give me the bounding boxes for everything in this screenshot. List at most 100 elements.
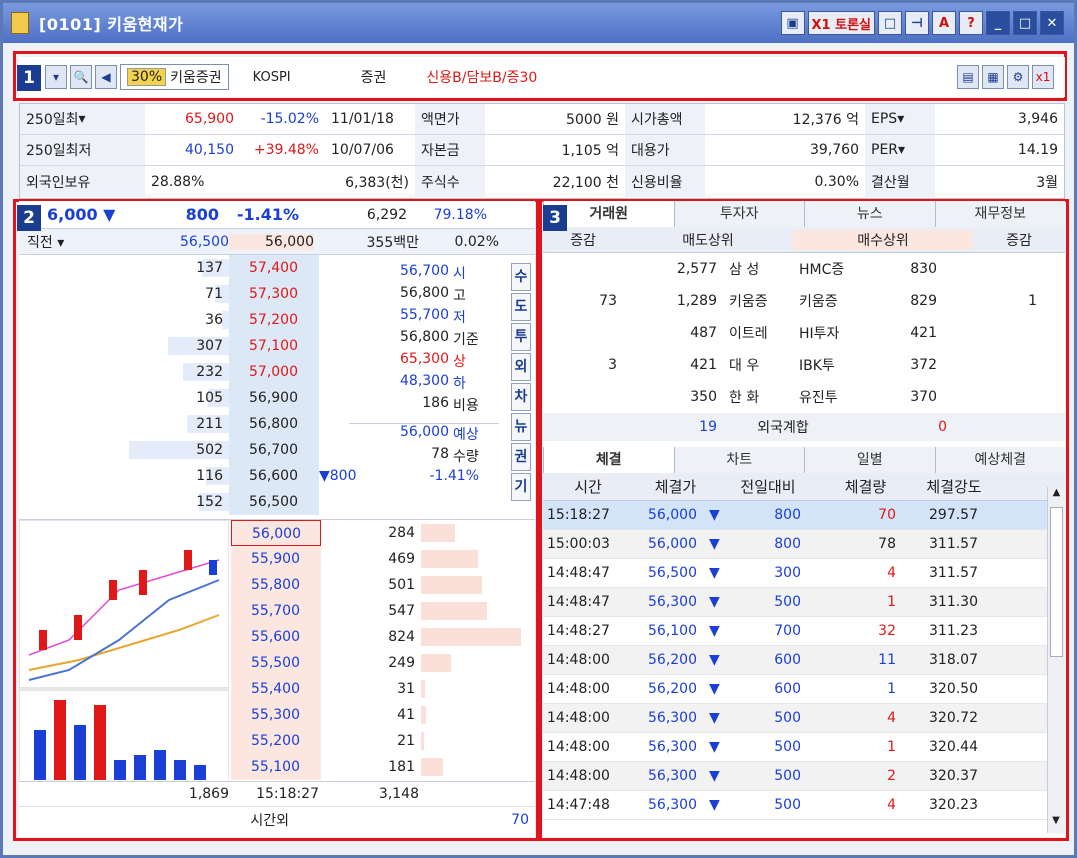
- bid-price[interactable]: 55,100: [231, 754, 321, 780]
- ask-price[interactable]: 56,600: [229, 463, 319, 489]
- bid-qty: 824: [388, 629, 415, 645]
- doc-icon[interactable]: ▤: [957, 65, 979, 89]
- info-value: 40,150: [185, 142, 234, 158]
- trade-price: 56,300: [648, 768, 697, 784]
- side-tab-5[interactable]: 뉴: [511, 413, 531, 441]
- scroll-up-icon[interactable]: ▲: [1048, 487, 1065, 505]
- buy-broker[interactable]: IBK투: [793, 355, 873, 375]
- sell-broker[interactable]: 이트레: [723, 323, 793, 343]
- mini-chart: [19, 520, 229, 782]
- down-arrow-icon: ▼: [709, 797, 720, 813]
- trade-row[interactable]: 14:48:00 56,300 ▼ 500 4 320.72: [543, 704, 1065, 733]
- bid-row: 55,700 547: [231, 598, 531, 624]
- info-label: 주식수: [415, 166, 485, 197]
- buy-broker[interactable]: 키움증: [793, 291, 873, 311]
- bid-price[interactable]: 55,200: [231, 728, 321, 754]
- buy-broker[interactable]: HI투자: [793, 323, 873, 343]
- side-tab-2[interactable]: 투: [511, 323, 531, 351]
- info-label: 시가총액: [625, 104, 705, 134]
- trade-scrollbar[interactable]: ▲ ▼: [1047, 487, 1065, 833]
- ask-price[interactable]: 57,100: [229, 333, 319, 359]
- search-icon[interactable]: 🔍: [70, 65, 92, 89]
- side-tab-7[interactable]: 기: [511, 473, 531, 501]
- side-tab-6[interactable]: 권: [511, 443, 531, 471]
- trade-tab-1[interactable]: 차트: [673, 447, 805, 473]
- trade-row[interactable]: 14:48:47 56,300 ▼ 500 1 311.30: [543, 588, 1065, 617]
- ask-price[interactable]: 57,400: [229, 255, 319, 281]
- trade-row[interactable]: 15:18:27 56,000 ▼ 800 70 297.57: [543, 501, 1065, 530]
- ask-price[interactable]: 57,200: [229, 307, 319, 333]
- broker-tab-3[interactable]: 재무정보: [934, 201, 1066, 227]
- info-value: 12,376 억: [792, 112, 859, 128]
- broker-tab-1[interactable]: 투자자: [673, 201, 805, 227]
- pin-icon[interactable]: ⊣: [905, 11, 929, 35]
- info-label[interactable]: 250일최 ▾: [20, 104, 145, 134]
- bid-price[interactable]: 55,400: [231, 676, 321, 702]
- trade-qty: 4: [887, 797, 896, 813]
- close-button[interactable]: ✕: [1040, 11, 1064, 35]
- ask-price[interactable]: 56,800: [229, 411, 319, 437]
- bid-price[interactable]: 55,300: [231, 702, 321, 728]
- margin-badge: 30%: [127, 68, 167, 86]
- info-rate: +39.48%: [253, 142, 319, 158]
- trade-row[interactable]: 14:48:00 56,200 ▼ 600 11 318.07: [543, 646, 1065, 675]
- font-button[interactable]: A: [932, 11, 956, 35]
- code-dropdown[interactable]: ▾: [45, 65, 67, 89]
- trade-row[interactable]: 14:47:48 56,300 ▼ 500 4 320.23: [543, 791, 1065, 820]
- trade-tab-0[interactable]: 체결: [543, 447, 674, 473]
- bid-price[interactable]: 55,600: [231, 624, 321, 650]
- x1-icon[interactable]: x1: [1032, 65, 1054, 89]
- scroll-thumb[interactable]: [1050, 507, 1063, 657]
- ask-price[interactable]: 57,300: [229, 281, 319, 307]
- ask-total: 1,869: [188, 786, 229, 802]
- buy-broker[interactable]: 유진투: [793, 387, 873, 407]
- trade-row[interactable]: 14:48:00 56,300 ▼ 500 1 320.44: [543, 733, 1065, 762]
- buy-broker[interactable]: HMC증: [793, 259, 873, 279]
- bid-price[interactable]: 55,700: [231, 598, 321, 624]
- ask-price[interactable]: 56,900: [229, 385, 319, 411]
- help-button[interactable]: ?: [959, 11, 983, 35]
- maximize-button[interactable]: □: [1013, 11, 1037, 35]
- layout-icon[interactable]: ▣: [780, 11, 805, 35]
- window-icon[interactable]: □: [878, 11, 902, 35]
- ask-qty: 71: [205, 286, 223, 302]
- market-label: KOSPI: [252, 69, 291, 85]
- trade-price: 56,300: [648, 710, 697, 726]
- trade-row[interactable]: 14:48:47 56,500 ▼ 300 4 311.57: [543, 559, 1065, 588]
- side-tab-1[interactable]: 도: [511, 293, 531, 321]
- ask-price[interactable]: 56,500: [229, 489, 319, 515]
- sell-broker[interactable]: 한 화: [723, 387, 793, 407]
- trade-change: 700: [774, 623, 801, 639]
- side-tab-4[interactable]: 차: [511, 383, 531, 411]
- trade-tab-3[interactable]: 예상체결: [934, 447, 1066, 473]
- side-tab-0[interactable]: 수: [511, 263, 531, 291]
- after-hours-value: 70: [511, 811, 529, 828]
- minimize-button[interactable]: _: [986, 11, 1010, 35]
- info-label[interactable]: EPS ▾: [865, 104, 935, 134]
- bid-price[interactable]: 55,800: [231, 572, 321, 598]
- sell-broker[interactable]: 대 우: [723, 355, 793, 375]
- bid-price[interactable]: 55,900: [231, 546, 321, 572]
- side-tab-3[interactable]: 외: [511, 353, 531, 381]
- bid-price[interactable]: 55,500: [231, 650, 321, 676]
- trade-tab-2[interactable]: 일별: [804, 447, 935, 473]
- scroll-down-icon[interactable]: ▼: [1048, 815, 1064, 833]
- prev-selector[interactable]: 직전 ▾: [19, 232, 119, 252]
- broker-tabs: 거래원 투자자 뉴스 재무정보: [543, 201, 1065, 227]
- bid-price[interactable]: 56,000: [231, 520, 321, 546]
- ask-price[interactable]: 56,700: [229, 437, 319, 463]
- sell-broker[interactable]: 삼 성: [723, 259, 793, 279]
- trade-row[interactable]: 14:48:27 56,100 ▼ 700 32 311.23: [543, 617, 1065, 646]
- speaker-icon[interactable]: ◀: [95, 65, 117, 89]
- trade-row[interactable]: 15:00:03 56,000 ▼ 800 78 311.57: [543, 530, 1065, 559]
- stock-selector[interactable]: 30% 키움증권: [120, 64, 229, 90]
- toron-button[interactable]: X1 토론실: [807, 11, 875, 35]
- ask-price[interactable]: 57,000: [229, 359, 319, 385]
- sell-broker[interactable]: 키움증: [723, 291, 793, 311]
- info-label[interactable]: PER ▾: [865, 135, 935, 165]
- trade-row[interactable]: 14:48:00 56,200 ▼ 600 1 320.50: [543, 675, 1065, 704]
- trade-row[interactable]: 14:48:00 56,300 ▼ 500 2 320.37: [543, 762, 1065, 791]
- table-icon[interactable]: ▦: [982, 65, 1004, 89]
- gear-icon[interactable]: ⚙: [1007, 65, 1029, 89]
- broker-tab-2[interactable]: 뉴스: [804, 201, 935, 227]
